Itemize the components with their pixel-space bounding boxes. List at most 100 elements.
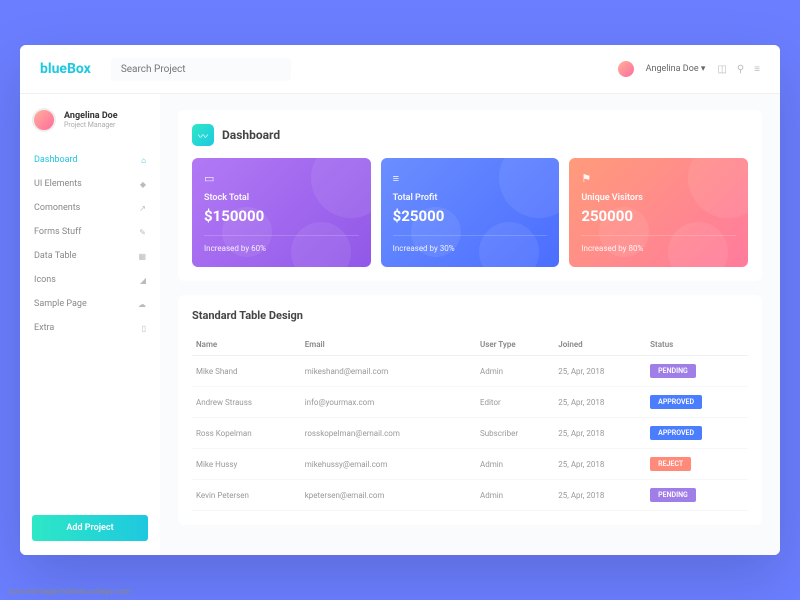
profile[interactable]: Angelina Doe Project Manager: [32, 108, 148, 132]
sidebar-item-extra[interactable]: Extra ▯: [32, 316, 148, 340]
table-body: Mike Shandmikeshand@email.comAdmin25, Ap…: [192, 356, 748, 511]
sidebar-item-icon: ✎: [139, 228, 146, 237]
page-title: Dashboard: [222, 128, 280, 142]
table-header: User Type: [476, 334, 554, 356]
profile-info: Angelina Doe Project Manager: [64, 111, 118, 129]
card-icon: ≡: [393, 172, 548, 185]
avatar[interactable]: [618, 61, 634, 77]
cell-name: Andrew Strauss: [192, 387, 301, 418]
cell-email: info@yourmax.com: [301, 387, 476, 418]
sidebar-item-icon: ▯: [142, 324, 146, 333]
cell-name: Kevin Petersen: [192, 480, 301, 511]
avatar-icon: [32, 108, 56, 132]
cell-status: APPROVED: [646, 418, 748, 449]
cell-status: REJECT: [646, 449, 748, 480]
table-header: Name: [192, 334, 301, 356]
sidebar-item-sample-page[interactable]: Sample Page ☁: [32, 292, 148, 316]
add-project-button[interactable]: Add Project: [32, 515, 148, 541]
cell-type: Admin: [476, 480, 554, 511]
sidebar-item-icon: ▦: [138, 252, 146, 261]
search-wrap: [111, 57, 598, 81]
sidebar-item-icon: ◆: [140, 180, 146, 189]
cell-email: mikehussy@email.com: [301, 449, 476, 480]
cell-type: Editor: [476, 387, 554, 418]
stat-card[interactable]: ≡Total Profit$25000Increased by 30%: [381, 158, 560, 267]
status-badge: PENDING: [650, 488, 696, 502]
profile-name: Angelina Doe: [64, 111, 118, 121]
sidebar-item-comonents[interactable]: Comonents ↗: [32, 196, 148, 220]
logo[interactable]: blueBox: [40, 61, 91, 77]
dashboard-panel: 〰 Dashboard ▭Stock Total$150000Increased…: [178, 110, 762, 281]
stat-cards: ▭Stock Total$150000Increased by 60%≡Tota…: [192, 158, 748, 267]
cell-type: Admin: [476, 449, 554, 480]
cell-name: Mike Shand: [192, 356, 301, 387]
card-subtext: Increased by 30%: [393, 235, 548, 253]
sidebar-item-label: Extra: [34, 323, 54, 333]
nav-list: Dashboard ⌂ UI Elements ◆ Comonents ↗ Forms St…: [32, 148, 148, 505]
sidebar: Angelina Doe Project Manager Dashboard ⌂ U…: [20, 94, 160, 555]
notification-icon[interactable]: ◫: [717, 64, 726, 75]
sidebar-item-data-table[interactable]: Data Table ▦: [32, 244, 148, 268]
cell-name: Mike Hussy: [192, 449, 301, 480]
sidebar-item-icon: ☁: [138, 300, 146, 309]
card-subtext: Increased by 60%: [204, 235, 359, 253]
sidebar-item-label: UI Elements: [34, 179, 82, 189]
table-row[interactable]: Ross Kopelmanrosskopelman@email.comSubsc…: [192, 418, 748, 449]
cell-joined: 25, Apr, 2018: [554, 418, 646, 449]
cell-email: rosskopelman@email.com: [301, 418, 476, 449]
main: 〰 Dashboard ▭Stock Total$150000Increased…: [160, 94, 780, 555]
topbar: blueBox Angelina Doe ▾ ◫ ⚲ ≡: [20, 45, 780, 94]
profile-role: Project Manager: [64, 121, 118, 129]
watermark: www.heritagechristiancollege.com: [8, 587, 131, 596]
sidebar-item-label: Forms Stuff: [34, 227, 81, 237]
sidebar-item-icon: ⌂: [141, 156, 146, 165]
app-window: blueBox Angelina Doe ▾ ◫ ⚲ ≡ Angelina Do…: [20, 45, 780, 555]
user-area: Angelina Doe ▾ ◫ ⚲ ≡: [618, 61, 760, 77]
cell-email: mikeshand@email.com: [301, 356, 476, 387]
dashboard-icon: 〰: [192, 124, 214, 146]
body: Angelina Doe Project Manager Dashboard ⌂ U…: [20, 94, 780, 555]
search-input[interactable]: [111, 58, 291, 81]
cell-status: PENDING: [646, 480, 748, 511]
sidebar-item-icon: ◢: [140, 276, 146, 285]
cell-status: APPROVED: [646, 387, 748, 418]
sidebar-item-ui-elements[interactable]: UI Elements ◆: [32, 172, 148, 196]
top-icons: ◫ ⚲ ≡: [717, 64, 760, 75]
status-badge: REJECT: [650, 457, 691, 471]
table-row[interactable]: Kevin Petersenkpetersen@email.comAdmin25…: [192, 480, 748, 511]
sidebar-item-label: Sample Page: [34, 299, 87, 309]
sidebar-item-label: Comonents: [34, 203, 80, 213]
card-label: Unique Visitors: [581, 193, 736, 203]
cell-type: Subscriber: [476, 418, 554, 449]
sidebar-item-label: Data Table: [34, 251, 76, 261]
table-row[interactable]: Mike Hussymikehussy@email.comAdmin25, Ap…: [192, 449, 748, 480]
status-badge: APPROVED: [650, 395, 702, 409]
cell-name: Ross Kopelman: [192, 418, 301, 449]
stat-card[interactable]: ▭Stock Total$150000Increased by 60%: [192, 158, 371, 267]
card-subtext: Increased by 80%: [581, 235, 736, 253]
table-header-row: NameEmailUser TypeJoinedStatus: [192, 334, 748, 356]
table-row[interactable]: Andrew Straussinfo@yourmax.comEditor25, …: [192, 387, 748, 418]
sidebar-item-icons[interactable]: Icons◢: [32, 268, 148, 292]
stat-card[interactable]: ⚑Unique Visitors250000Increased by 80%: [569, 158, 748, 267]
menu-icon[interactable]: ≡: [754, 64, 760, 75]
table-row[interactable]: Mike Shandmikeshand@email.comAdmin25, Ap…: [192, 356, 748, 387]
table-panel: Standard Table Design NameEmailUser Type…: [178, 295, 762, 525]
data-table: NameEmailUser TypeJoinedStatus Mike Shan…: [192, 334, 748, 511]
sidebar-item-dashboard[interactable]: Dashboard ⌂: [32, 148, 148, 172]
card-label: Stock Total: [204, 193, 359, 203]
card-icon: ▭: [204, 172, 359, 185]
user-dropdown[interactable]: Angelina Doe ▾: [646, 64, 706, 74]
sidebar-item-label: Dashboard: [34, 155, 78, 165]
cell-joined: 25, Apr, 2018: [554, 387, 646, 418]
cell-status: PENDING: [646, 356, 748, 387]
sidebar-item-forms-stuff[interactable]: Forms Stuff ✎: [32, 220, 148, 244]
cell-joined: 25, Apr, 2018: [554, 356, 646, 387]
alert-icon[interactable]: ⚲: [737, 64, 744, 75]
cell-joined: 25, Apr, 2018: [554, 449, 646, 480]
status-badge: PENDING: [650, 364, 696, 378]
cell-joined: 25, Apr, 2018: [554, 480, 646, 511]
sidebar-item-icon: ↗: [139, 204, 146, 213]
table-header: Status: [646, 334, 748, 356]
status-badge: APPROVED: [650, 426, 702, 440]
